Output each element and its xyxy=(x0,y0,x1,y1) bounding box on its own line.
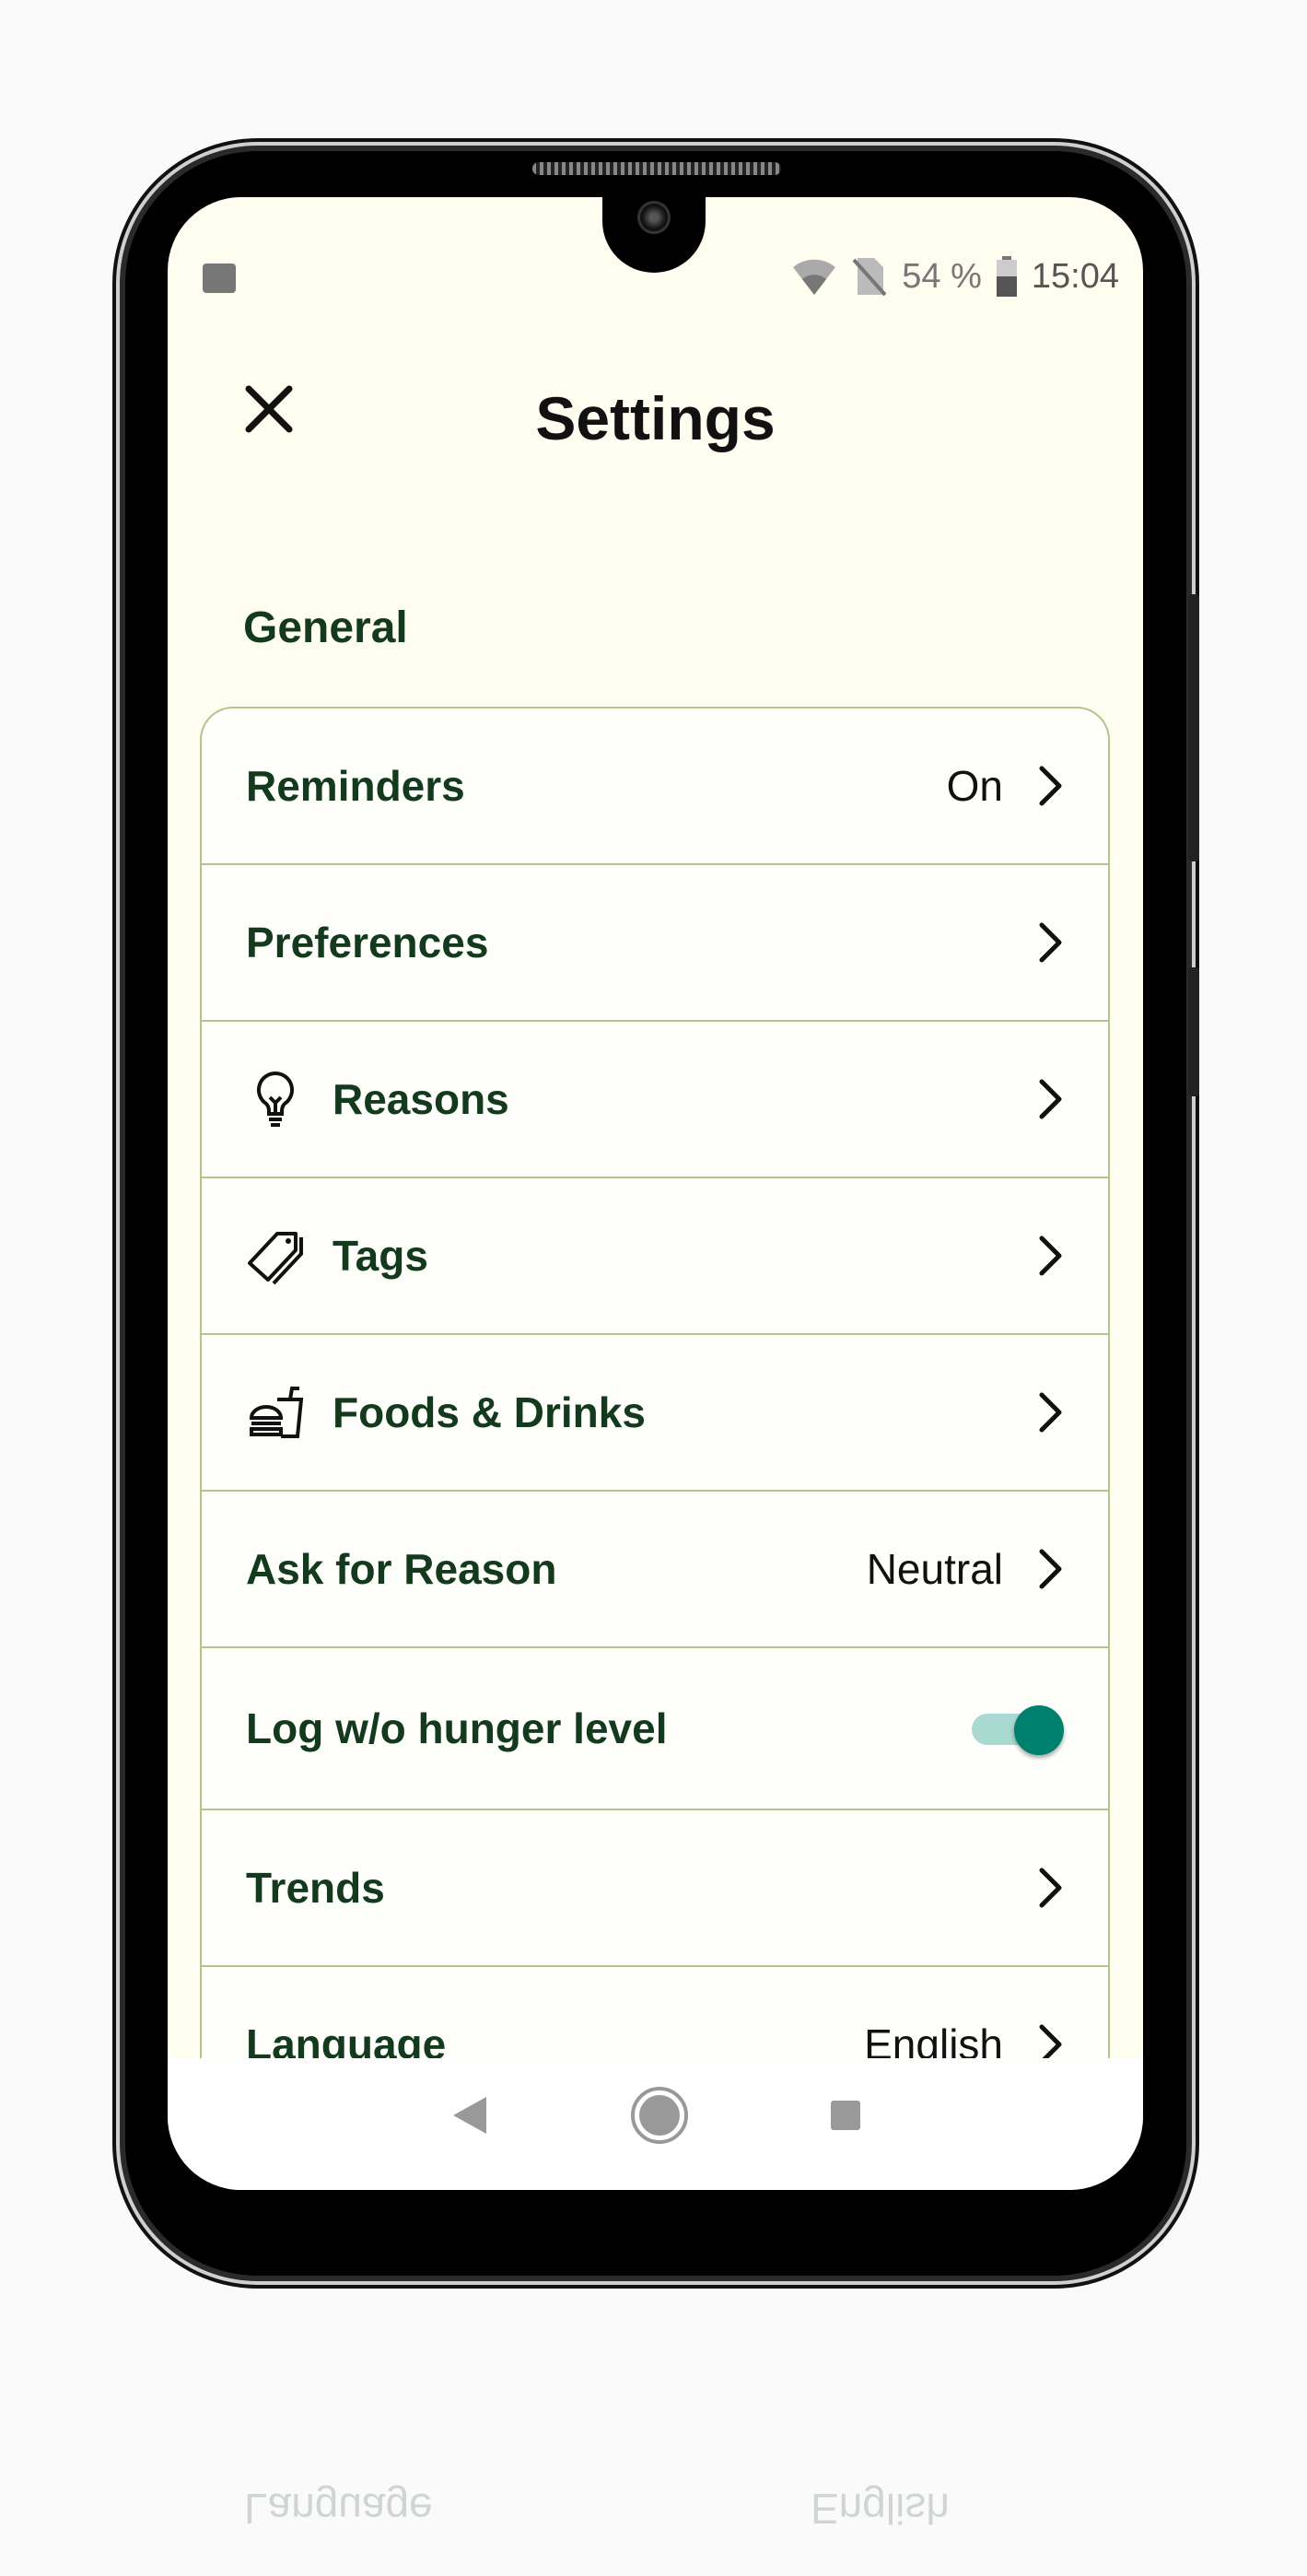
row-trends[interactable]: Trends xyxy=(202,1810,1108,1967)
chevron-right-icon xyxy=(1039,766,1062,806)
row-ask-for-reason[interactable]: Ask for Reason Neutral xyxy=(202,1492,1108,1648)
row-label: Reasons xyxy=(333,1075,509,1123)
battery-percent: 54 % xyxy=(902,256,982,296)
chevron-right-icon xyxy=(1039,1235,1062,1276)
row-log-without-hunger: Log w/o hunger level xyxy=(202,1648,1108,1810)
row-preferences[interactable]: Preferences xyxy=(202,865,1108,1022)
row-reasons[interactable]: Reasons xyxy=(202,1022,1108,1178)
row-label: Log w/o hunger level xyxy=(246,1704,668,1752)
chevron-right-icon xyxy=(1039,1868,1062,1908)
row-label: Foods & Drinks xyxy=(333,1388,646,1436)
row-label: Trends xyxy=(246,1864,385,1912)
power-button xyxy=(1188,967,1199,1096)
food-drink-icon xyxy=(249,1387,304,1438)
row-foods-drinks[interactable]: Foods & Drinks xyxy=(202,1335,1108,1492)
row-value: On xyxy=(946,762,1003,810)
chevron-right-icon xyxy=(1039,1079,1062,1119)
no-sim-icon xyxy=(852,258,887,297)
section-title: General xyxy=(243,603,408,652)
image-icon xyxy=(203,263,236,293)
home-icon[interactable] xyxy=(629,2085,690,2146)
toggle-knob xyxy=(1014,1705,1064,1755)
settings-list: Reminders On Preferences Reasons Tags Fo… xyxy=(200,707,1110,2181)
row-label: Preferences xyxy=(246,919,489,966)
row-reminders[interactable]: Reminders On xyxy=(202,708,1108,865)
row-label: Reminders xyxy=(246,762,465,810)
page-title: Settings xyxy=(535,384,776,452)
chevron-right-icon xyxy=(1039,1392,1062,1433)
tag-icon xyxy=(248,1232,303,1285)
earpiece-speaker xyxy=(532,162,781,175)
recents-icon[interactable] xyxy=(829,2099,862,2132)
chevron-right-icon xyxy=(1039,1549,1062,1589)
camera xyxy=(637,201,671,234)
row-value: Neutral xyxy=(866,1545,1003,1593)
status-bar: 54 % 15:04 xyxy=(168,254,1143,300)
screen: 54 % 15:04 Settings General Reminders On… xyxy=(168,197,1143,2190)
row-tags[interactable]: Tags xyxy=(202,1178,1108,1335)
wifi-icon xyxy=(793,259,836,295)
row-label: Tags xyxy=(333,1232,428,1280)
header: Settings xyxy=(168,354,1143,474)
hunger-level-toggle[interactable] xyxy=(972,1705,1064,1755)
lightbulb-icon xyxy=(256,1071,295,1127)
phone-reflection: Language English xyxy=(120,2281,1192,2576)
clock: 15:04 xyxy=(1031,256,1119,296)
back-icon[interactable] xyxy=(449,2093,490,2137)
battery-icon xyxy=(996,256,1017,297)
navigation-bar xyxy=(168,2058,1143,2190)
volume-button xyxy=(1188,594,1199,861)
chevron-right-icon xyxy=(1039,922,1062,963)
reflection-language-value: English xyxy=(811,2485,950,2533)
reflection-language-label: Language xyxy=(244,2485,433,2533)
row-label: Ask for Reason xyxy=(246,1545,557,1593)
